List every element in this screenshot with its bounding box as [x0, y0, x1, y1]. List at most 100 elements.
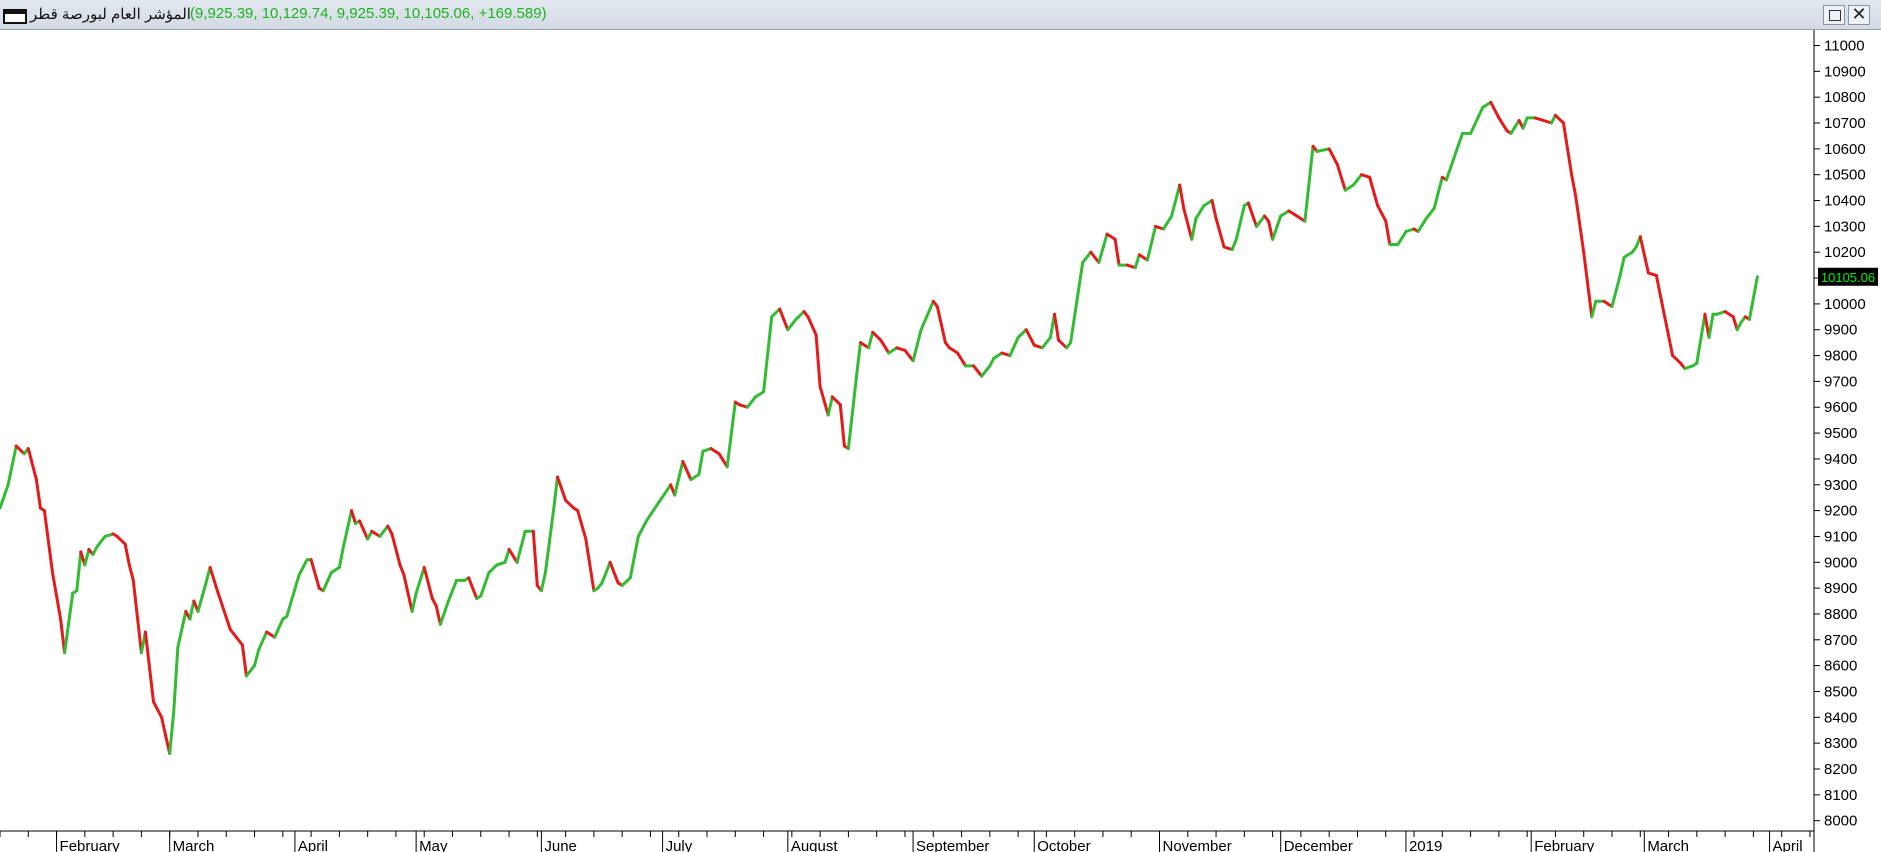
price-segment	[600, 560, 612, 585]
price-segment	[1497, 116, 1509, 133]
price-segment	[539, 571, 547, 593]
close-icon[interactable]: ✕	[1848, 5, 1870, 25]
price-segment	[673, 460, 685, 497]
price-segment	[1562, 121, 1574, 177]
y-tick-label: 8000	[1824, 813, 1857, 830]
price-segment	[1376, 204, 1388, 223]
price-segment	[176, 609, 188, 649]
price-segment	[1040, 336, 1052, 350]
price-segment	[1145, 224, 1157, 262]
window-icon	[3, 9, 27, 24]
x-month-label: November	[1163, 838, 1232, 852]
price-segment	[1162, 214, 1174, 231]
price-segment	[620, 576, 632, 587]
y-tick-label: 8800	[1824, 606, 1857, 623]
y-tick-label: 8600	[1824, 658, 1857, 675]
price-segment	[240, 643, 248, 678]
price-segment	[1444, 155, 1456, 182]
price-segment	[1133, 253, 1141, 270]
x-month-label: February	[1534, 838, 1595, 852]
price-segment	[1113, 237, 1121, 267]
price-segment	[838, 403, 846, 448]
y-tick-label: 8900	[1824, 580, 1857, 597]
price-segment	[1303, 144, 1315, 223]
price-segment	[123, 542, 131, 567]
price-segment	[1509, 118, 1521, 135]
y-tick-label: 9200	[1824, 503, 1857, 520]
y-tick-label: 8100	[1824, 787, 1857, 804]
price-segment	[794, 310, 806, 321]
y-tick-label: 10900	[1824, 63, 1866, 80]
price-segment	[1210, 199, 1218, 221]
price-segment	[1069, 261, 1085, 345]
price-segment	[208, 565, 220, 595]
price-segment	[1590, 299, 1598, 319]
price-segment	[75, 550, 83, 593]
price-segment	[1351, 173, 1363, 187]
price-segment	[786, 317, 798, 332]
price-segment	[1182, 206, 1194, 241]
price-segment	[1432, 175, 1444, 210]
price-segment	[608, 560, 620, 585]
x-month-label: August	[791, 838, 839, 852]
price-segment	[414, 565, 426, 595]
chart-title: المؤشر العام لبورصة قطر	[30, 6, 191, 23]
x-month-label: March	[1647, 838, 1689, 852]
price-segment	[446, 578, 458, 603]
price-segment	[1016, 328, 1028, 339]
price-segment	[273, 617, 285, 639]
price-segment	[1081, 250, 1093, 264]
price-segment	[410, 591, 418, 613]
y-tick-label: 8400	[1824, 709, 1857, 726]
price-segment	[487, 563, 499, 575]
price-segment	[244, 664, 256, 678]
price-segment	[1255, 214, 1266, 228]
price-segment	[188, 599, 196, 621]
price-segment	[26, 447, 38, 482]
price-segment	[814, 333, 822, 389]
price-segment	[1489, 100, 1501, 120]
price-segment	[576, 509, 588, 541]
price-segment	[1610, 274, 1622, 308]
price-segment	[1057, 338, 1069, 350]
price-segment	[479, 571, 491, 598]
price-segment	[681, 460, 693, 482]
price-segment	[350, 509, 357, 525]
price-segment	[879, 338, 891, 355]
y-tick-label: 9900	[1824, 322, 1857, 339]
price-segment	[1416, 217, 1428, 233]
price-segment	[830, 395, 842, 407]
y-tick-label: 8500	[1824, 683, 1857, 700]
price-segment	[1618, 255, 1626, 277]
y-tick-label: 10800	[1824, 89, 1866, 106]
price-segment	[1747, 275, 1759, 321]
price-segment	[770, 307, 782, 319]
price-segment	[531, 529, 539, 587]
price-segment	[1214, 217, 1226, 249]
price-segment	[1654, 274, 1662, 298]
price-segment	[6, 444, 18, 487]
restore-icon[interactable]	[1823, 5, 1845, 25]
y-tick-label: 10300	[1824, 218, 1866, 235]
price-segment	[1335, 162, 1347, 192]
price-segment	[152, 700, 164, 719]
price-segment	[115, 534, 127, 546]
price-segment	[806, 315, 818, 337]
price-segment	[855, 341, 862, 378]
price-segment	[725, 400, 737, 469]
y-tick-label: 9400	[1824, 451, 1857, 468]
price-segment	[172, 646, 180, 714]
price-segment	[1315, 147, 1331, 153]
price-segment	[826, 395, 834, 417]
price-segment	[358, 519, 370, 541]
y-tick-label: 9000	[1824, 554, 1857, 571]
price-segment	[556, 475, 568, 502]
y-tick-label: 9600	[1824, 399, 1857, 416]
x-month-label: 2019	[1409, 838, 1442, 852]
y-tick-label: 10400	[1824, 193, 1866, 210]
price-segment	[63, 591, 75, 655]
price-segment	[911, 328, 923, 363]
price-segment	[644, 501, 660, 523]
price-segment	[1582, 250, 1594, 319]
y-tick-label: 9800	[1824, 348, 1857, 365]
